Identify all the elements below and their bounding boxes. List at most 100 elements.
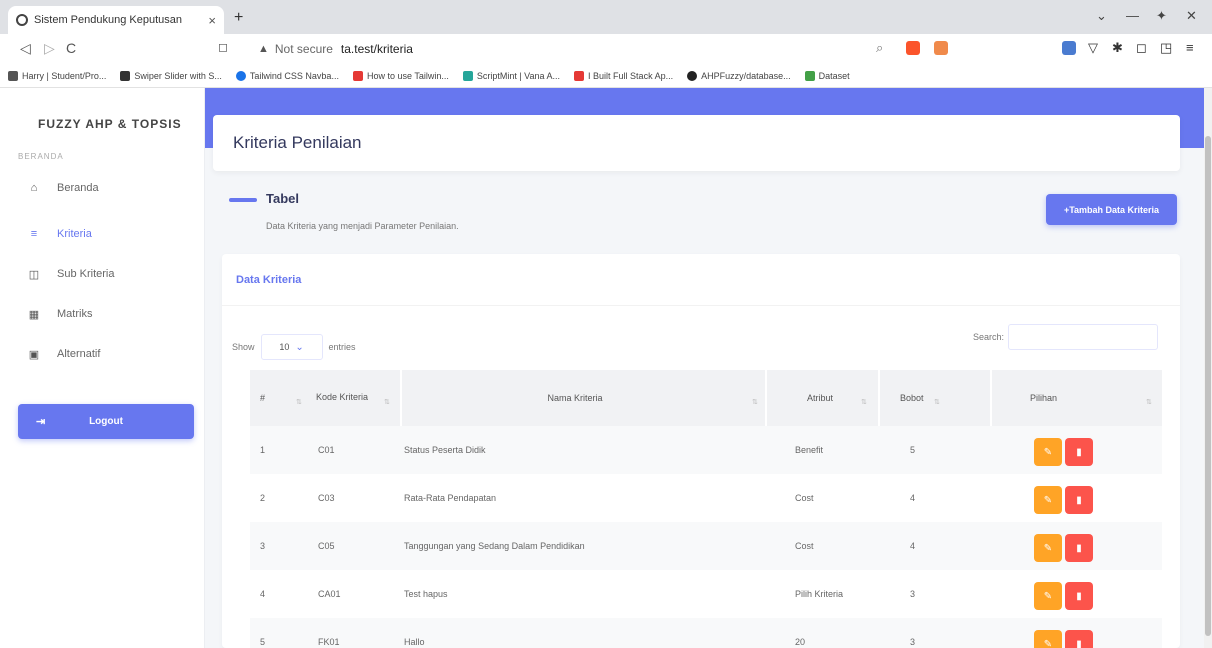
- entries-label: entries: [328, 342, 356, 352]
- bookmark-favicon-icon: [8, 70, 18, 81]
- cell-no: 1: [260, 445, 266, 455]
- cell-no: 5: [260, 637, 266, 647]
- sort-icon[interactable]: ⇅: [384, 398, 390, 406]
- bookmark-icon[interactable]: ◻: [218, 40, 228, 54]
- bookmark-item[interactable]: Tailwind CSS Navba...: [235, 70, 339, 81]
- edit-button[interactable]: ✎: [1034, 438, 1062, 466]
- bookmark-item[interactable]: ScriptMint | Vana A...: [462, 70, 560, 81]
- url-text[interactable]: ta.test/kriteria: [341, 42, 413, 56]
- logout-button[interactable]: ⇥ Logout: [18, 404, 194, 439]
- sort-icon[interactable]: ⇅: [296, 398, 302, 406]
- table-row: 5 FK01 Hallo 20 3 ✎ ▮: [250, 618, 1162, 648]
- edit-icon: ✎: [1043, 542, 1053, 554]
- wallet-icon[interactable]: ◳: [1160, 40, 1172, 56]
- edit-icon: ✎: [1043, 638, 1053, 648]
- sort-icon[interactable]: ⇅: [934, 398, 940, 406]
- header-no[interactable]: #: [260, 370, 265, 426]
- header-attr[interactable]: Atribut: [765, 370, 875, 426]
- cell-code: FK01: [318, 637, 340, 647]
- cell-attr: Cost: [795, 493, 814, 503]
- trash-icon: ▮: [1076, 446, 1082, 458]
- cell-no: 2: [260, 493, 266, 503]
- new-tab-button[interactable]: +: [234, 9, 243, 27]
- menu-icon[interactable]: ≡: [1186, 40, 1194, 55]
- page-title: Kriteria Penilaian: [233, 133, 362, 152]
- cell-weight: 5: [910, 445, 916, 455]
- sort-icon[interactable]: ⇅: [861, 398, 867, 406]
- edit-icon: ✎: [1043, 590, 1053, 602]
- edit-button[interactable]: ✎: [1034, 486, 1062, 514]
- sort-icon[interactable]: ⇅: [1146, 398, 1152, 406]
- header-name[interactable]: Nama Kriteria: [400, 370, 750, 426]
- bookmark-favicon-icon: [687, 70, 698, 81]
- table-row: 2 C03 Rata-Rata Pendapatan Cost 4 ✎ ▮: [250, 474, 1162, 522]
- sidebar-item-sub-kriteria[interactable]: ◫ Sub Kriteria: [0, 256, 205, 292]
- sidebar-item-matriks[interactable]: ▦ Matriks: [0, 296, 205, 332]
- delete-button[interactable]: ▮: [1065, 486, 1093, 514]
- warning-icon: ▲: [258, 43, 269, 55]
- delete-button[interactable]: ▮: [1065, 630, 1093, 648]
- cell-code: C01: [318, 445, 335, 455]
- bookmark-item[interactable]: Swiper Slider with S...: [120, 70, 222, 81]
- sidebar-toggle-icon[interactable]: ◻: [1136, 40, 1147, 56]
- browser-toolbar: ◁ ▷ C ◻ ▲ Not secure ta.test/kriteria ⌕ …: [0, 34, 1212, 64]
- sidebar-item-label: Beranda: [57, 182, 99, 194]
- browser-tab[interactable]: Sistem Pendukung Keputusan ×: [8, 6, 224, 34]
- sidebar-item-alternatif[interactable]: ▣ Alternatif: [0, 336, 205, 372]
- bookmark-item[interactable]: How to use Tailwin...: [352, 70, 449, 81]
- table-row: 3 C05 Tanggungan yang Sedang Dalam Pendi…: [250, 522, 1162, 570]
- tab-search-chevron-icon[interactable]: ⌄: [1096, 8, 1107, 24]
- cell-weight: 3: [910, 589, 916, 599]
- bookmark-item[interactable]: AHPFuzzy/database...: [687, 70, 791, 81]
- bookmark-favicon-icon: [574, 70, 585, 81]
- header-weight[interactable]: Bobot: [900, 370, 924, 426]
- title-card: Kriteria Penilaian: [213, 115, 1180, 171]
- minimize-icon[interactable]: —: [1126, 8, 1139, 23]
- scrollbar-thumb[interactable]: [1205, 136, 1211, 636]
- column-separator: [990, 370, 992, 426]
- header-action[interactable]: Pilihan: [1030, 370, 1057, 426]
- edit-button[interactable]: ✎: [1034, 630, 1062, 648]
- cell-code: C03: [318, 493, 335, 503]
- sidebar-item-kriteria[interactable]: ≡ Kriteria: [0, 216, 205, 252]
- close-window-icon[interactable]: ✕: [1186, 8, 1197, 24]
- chevron-down-icon: ⌄: [295, 341, 304, 353]
- sidebar-item-label: Sub Kriteria: [57, 268, 115, 280]
- table-header: # ⇅ Kode Kriteria ⇅ Nama Kriteria ⇅ Atri…: [250, 370, 1162, 426]
- bookmark-item[interactable]: I Built Full Stack Ap...: [574, 70, 673, 81]
- bookmark-item[interactable]: Harry | Student/Pro...: [8, 70, 107, 81]
- page-scrollbar[interactable]: [1204, 88, 1212, 648]
- sort-icon[interactable]: ⇅: [752, 398, 758, 406]
- header-code[interactable]: Kode Kriteria: [316, 370, 376, 426]
- edit-button[interactable]: ✎: [1034, 534, 1062, 562]
- brave-shield-icon[interactable]: [906, 41, 920, 55]
- bookmark-label: Harry | Student/Pro...: [22, 70, 107, 81]
- search-input[interactable]: [1008, 324, 1158, 350]
- reload-icon[interactable]: C: [66, 40, 76, 56]
- card-title: Data Kriteria: [236, 274, 302, 286]
- add-kriteria-button[interactable]: +Tambah Data Kriteria: [1046, 194, 1177, 225]
- forward-icon[interactable]: ▷: [44, 40, 55, 57]
- cell-attr: Cost: [795, 541, 814, 551]
- filter-icon[interactable]: ▽: [1088, 40, 1098, 56]
- table-row: 1 C01 Status Peserta Didik Benefit 5 ✎ ▮: [250, 426, 1162, 474]
- delete-button[interactable]: ▮: [1065, 438, 1093, 466]
- tab-close-icon[interactable]: ×: [208, 13, 216, 28]
- cell-weight: 3: [910, 637, 916, 647]
- bookmark-label: Tailwind CSS Navba...: [249, 70, 339, 81]
- delete-button[interactable]: ▮: [1065, 534, 1093, 562]
- entries-select[interactable]: 10 ⌄: [260, 334, 323, 360]
- pin-icon[interactable]: ✦: [1156, 8, 1167, 24]
- zoom-icon[interactable]: ⌕: [876, 40, 883, 56]
- extension-icon[interactable]: [1062, 41, 1076, 55]
- sidebar-item-beranda[interactable]: ⌂ Beranda: [0, 170, 205, 206]
- puzzle-icon[interactable]: ✱: [1112, 40, 1123, 56]
- bookmark-item[interactable]: Dataset: [804, 70, 850, 81]
- delete-button[interactable]: ▮: [1065, 582, 1093, 610]
- brand-title[interactable]: FUZZY AHP & TOPSIS: [38, 117, 182, 131]
- edit-button[interactable]: ✎: [1034, 582, 1062, 610]
- back-icon[interactable]: ◁: [20, 40, 31, 57]
- cell-code: CA01: [318, 589, 341, 599]
- cell-attr: 20: [795, 637, 806, 647]
- rewards-icon[interactable]: [934, 41, 948, 55]
